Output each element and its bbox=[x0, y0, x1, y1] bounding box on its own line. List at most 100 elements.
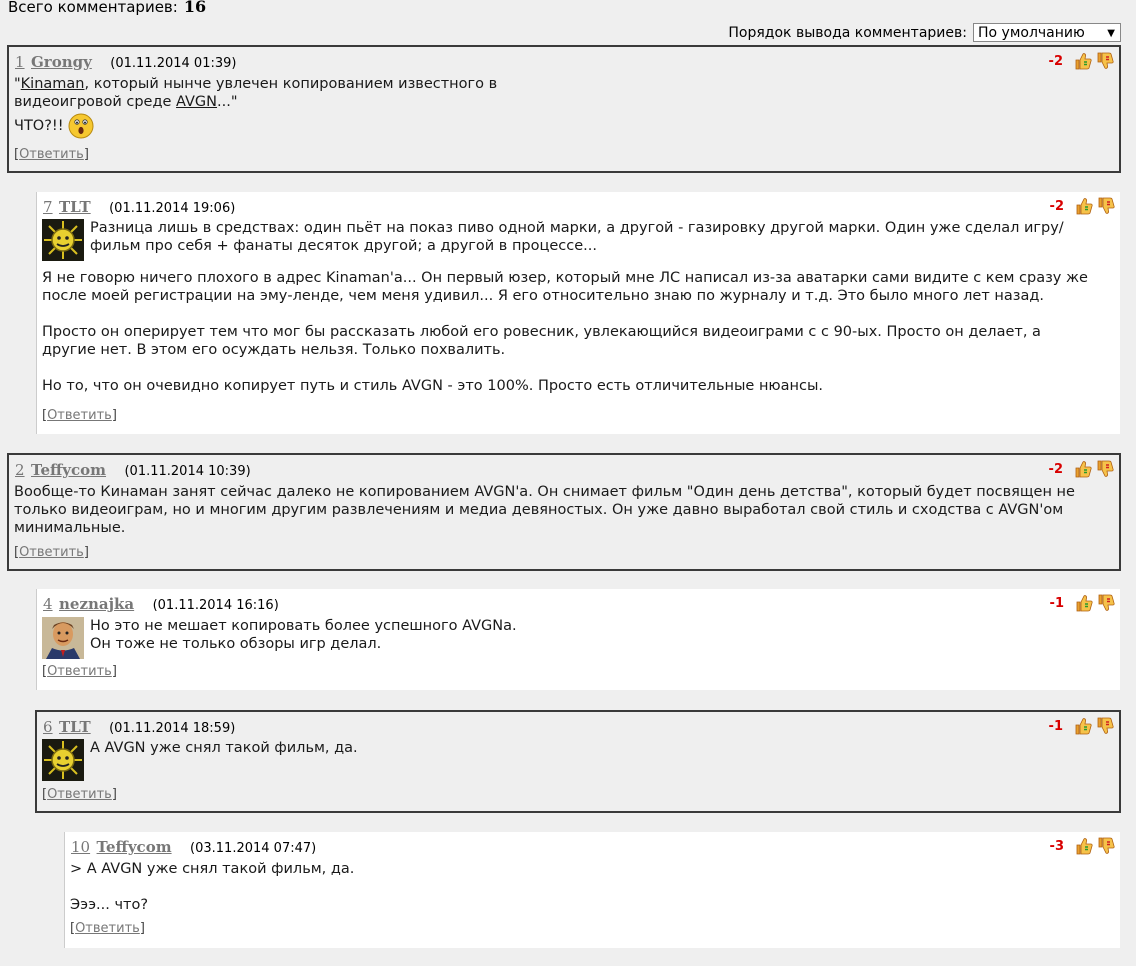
comment-author-link[interactable]: Grongy bbox=[31, 53, 92, 71]
comment-body: "Kinaman, который нынче увлечен копирова… bbox=[14, 75, 497, 139]
comment-text: Эээ... что? bbox=[70, 897, 149, 913]
reply-control: [Ответить] bbox=[42, 787, 117, 802]
comment-number-link[interactable]: 4 bbox=[43, 595, 53, 613]
comment: 1 Grongy (01.11.2014 01:39) -2 "Kinaman,… bbox=[7, 45, 1121, 173]
comment-header: 2 Teffycom (01.11.2014 10:39) bbox=[15, 461, 251, 479]
thumbs-up-icon[interactable] bbox=[1074, 593, 1094, 613]
comment-text: > А AVGN уже снял такой фильм, да. bbox=[70, 861, 355, 877]
comment-text: , который нынче увлечен копированием изв… bbox=[84, 76, 498, 92]
comment-text: Просто он оперирует тем что мог бы расск… bbox=[42, 324, 1041, 358]
comment-score: -2 bbox=[1049, 198, 1064, 214]
reply-control: [Ответить] bbox=[14, 545, 89, 560]
comment-votes: -1 bbox=[1050, 593, 1116, 613]
reply-link[interactable]: Ответить bbox=[47, 664, 112, 679]
reply-link[interactable]: Ответить bbox=[47, 408, 112, 423]
comment-text: ..." bbox=[217, 94, 238, 110]
comment-text: ЧТО?!! bbox=[14, 118, 64, 134]
comment-body: А AVGN уже снял такой фильм, да. bbox=[42, 739, 1092, 781]
comment-score: -1 bbox=[1048, 718, 1063, 734]
comment-number-link[interactable]: 1 bbox=[15, 53, 25, 71]
comment-text: Я не говорю ничего плохого в адрес Kinam… bbox=[42, 270, 1088, 304]
comment-author-link[interactable]: TLT bbox=[59, 718, 91, 736]
thumbs-down-icon[interactable] bbox=[1096, 196, 1116, 216]
comment-author-link[interactable]: Teffycom bbox=[97, 838, 172, 856]
comment: 10 Teffycom (03.11.2014 07:47) -3 > А AV… bbox=[64, 832, 1120, 948]
comment-text: Но то, что он очевидно копирует путь и с… bbox=[42, 378, 824, 394]
comment-order-control: Порядок вывода комментариев: По умолчани… bbox=[728, 23, 1121, 42]
comment-body: Вообще-то Кинаман занят сейчас далеко не… bbox=[14, 483, 1099, 537]
comment-text: Разница лишь в средствах: один пьёт на п… bbox=[90, 220, 1064, 254]
avgn-link[interactable]: AVGN bbox=[176, 94, 217, 110]
comment-order-select[interactable]: По умолчанию ▼ bbox=[973, 23, 1121, 42]
avatar[interactable] bbox=[42, 219, 84, 261]
comment-votes: -2 bbox=[1049, 51, 1115, 71]
comment-text: Но это не мешает копировать более успешн… bbox=[90, 618, 517, 634]
comment-votes: -2 bbox=[1049, 459, 1115, 479]
comment-text: Вообще-то Кинаман занят сейчас далеко не… bbox=[14, 484, 1075, 536]
comment-number-link[interactable]: 2 bbox=[15, 461, 25, 479]
thumbs-up-icon[interactable] bbox=[1073, 51, 1093, 71]
comment: 2 Teffycom (01.11.2014 10:39) -2 Вообще-… bbox=[7, 453, 1121, 571]
reply-link[interactable]: Ответить bbox=[75, 921, 140, 936]
total-comments-label: Всего комментариев: bbox=[8, 0, 178, 16]
reply-link[interactable]: Ответить bbox=[19, 545, 84, 560]
comment-text: А AVGN уже снял такой фильм, да. bbox=[90, 740, 358, 756]
thumbs-down-icon[interactable] bbox=[1095, 51, 1115, 71]
comment-header: 6 TLT (01.11.2014 18:59) bbox=[43, 718, 235, 736]
comment-header: 7 TLT (01.11.2014 19:06) bbox=[43, 198, 235, 216]
comment-body: > А AVGN уже снял такой фильм, да. Эээ..… bbox=[70, 860, 354, 914]
comment-score: -2 bbox=[1048, 461, 1063, 477]
reply-control: [Ответить] bbox=[42, 664, 117, 679]
comment-text: видеоигровой среде bbox=[14, 94, 177, 110]
comment-header: 4 neznajka (01.11.2014 16:16) bbox=[43, 595, 279, 613]
comment-votes: -3 bbox=[1050, 836, 1116, 856]
comment-score: -1 bbox=[1049, 595, 1064, 611]
total-comments: Всего комментариев: 16 bbox=[8, 0, 206, 16]
comment-date: (01.11.2014 10:39) bbox=[124, 464, 251, 479]
surprised-smiley-icon bbox=[68, 113, 94, 139]
comment-text: " bbox=[14, 76, 21, 92]
comment-votes: -1 bbox=[1049, 716, 1115, 736]
comment-score: -3 bbox=[1049, 838, 1064, 854]
dropdown-arrow-icon[interactable]: ▼ bbox=[1107, 24, 1115, 43]
comment-date: (01.11.2014 19:06) bbox=[109, 201, 236, 216]
comment-body: Но это не мешает копировать более успешн… bbox=[42, 617, 1092, 659]
thumbs-down-icon[interactable] bbox=[1095, 716, 1115, 736]
comment-date: (01.11.2014 18:59) bbox=[109, 721, 236, 736]
comment: 4 neznajka (01.11.2014 16:16) -1 Но это … bbox=[36, 589, 1120, 690]
comment-author-link[interactable]: TLT bbox=[59, 198, 91, 216]
reply-control: [Ответить] bbox=[14, 147, 89, 162]
comment-number-link[interactable]: 6 bbox=[43, 718, 53, 736]
comment-number-link[interactable]: 7 bbox=[43, 198, 53, 216]
kinaman-link[interactable]: Kinaman bbox=[21, 76, 85, 92]
thumbs-down-icon[interactable] bbox=[1096, 836, 1116, 856]
comment-date: (01.11.2014 01:39) bbox=[110, 56, 237, 71]
comment-order-value: По умолчанию bbox=[978, 25, 1085, 41]
comment-date: (01.11.2014 16:16) bbox=[152, 598, 279, 613]
avatar[interactable] bbox=[42, 739, 84, 781]
thumbs-up-icon[interactable] bbox=[1074, 196, 1094, 216]
comment-author-link[interactable]: Teffycom bbox=[31, 461, 106, 479]
comment-author-link[interactable]: neznajka bbox=[59, 595, 134, 613]
thumbs-down-icon[interactable] bbox=[1096, 593, 1116, 613]
thumbs-up-icon[interactable] bbox=[1073, 716, 1093, 736]
comment-score: -2 bbox=[1048, 53, 1063, 69]
thumbs-up-icon[interactable] bbox=[1073, 459, 1093, 479]
comment-header: 10 Teffycom (03.11.2014 07:47) bbox=[71, 838, 316, 856]
thumbs-up-icon[interactable] bbox=[1074, 836, 1094, 856]
comment-body: Разница лишь в средствах: один пьёт на п… bbox=[42, 219, 1092, 395]
comment-number-link[interactable]: 10 bbox=[71, 838, 90, 856]
avatar[interactable] bbox=[42, 617, 84, 659]
reply-control: [Ответить] bbox=[42, 408, 117, 423]
comment-date: (03.11.2014 07:47) bbox=[190, 841, 317, 856]
total-comments-count: 16 bbox=[183, 0, 207, 16]
comment-votes: -2 bbox=[1050, 196, 1116, 216]
reply-link[interactable]: Ответить bbox=[19, 147, 84, 162]
comment: 7 TLT (01.11.2014 19:06) -2 Разница лишь… bbox=[36, 192, 1120, 434]
reply-control: [Ответить] bbox=[70, 921, 145, 936]
comment: 6 TLT (01.11.2014 18:59) -1 А AVGN уже с… bbox=[35, 710, 1121, 813]
comment-text: Он тоже не только обзоры игр делал. bbox=[90, 636, 382, 652]
comment-order-label: Порядок вывода комментариев: bbox=[728, 24, 967, 41]
reply-link[interactable]: Ответить bbox=[47, 787, 112, 802]
thumbs-down-icon[interactable] bbox=[1095, 459, 1115, 479]
